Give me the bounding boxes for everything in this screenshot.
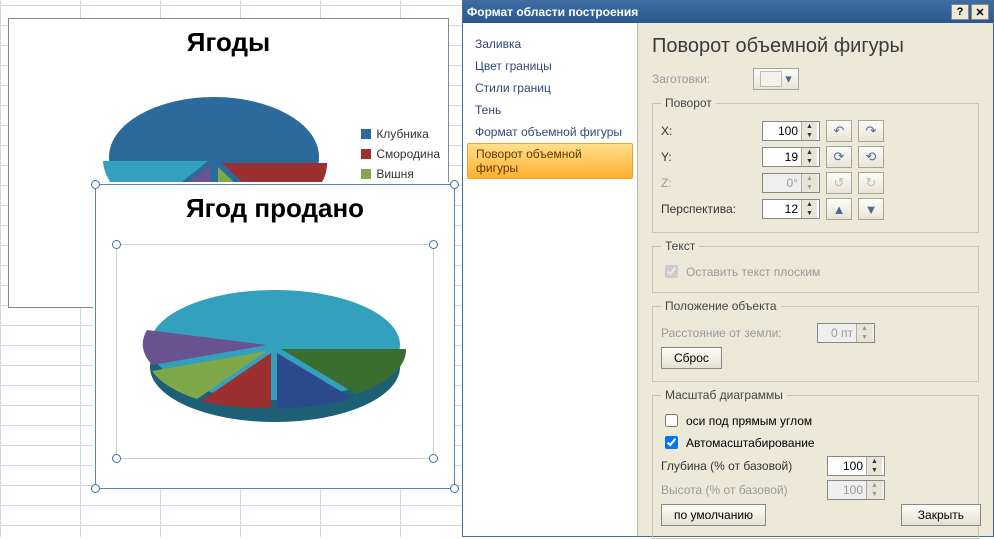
spin-up: ▲: [801, 174, 817, 183]
dialog-titlebar[interactable]: Формат области построения ? ✕: [463, 1, 993, 23]
text-group: Текст Оставить текст плоским: [652, 239, 979, 293]
perspective-narrow-button[interactable]: ▲: [826, 198, 852, 220]
height-input: ▲▼: [827, 480, 885, 500]
legend-item: Вишня: [361, 167, 440, 181]
chart-title: Ягоды: [9, 19, 448, 62]
rotate-z-ccw-button: ↺: [826, 172, 852, 194]
autoscale-checkbox[interactable]: Автомасштабирование: [661, 433, 970, 452]
resize-handle-se[interactable]: [450, 484, 459, 493]
distance-input: ▲▼: [817, 323, 875, 343]
spin-up: ▲: [866, 481, 882, 490]
spin-up[interactable]: ▲: [801, 122, 817, 131]
chart-legend: Клубника Смородина Вишня: [361, 127, 440, 187]
legend-swatch: [361, 169, 371, 179]
dialog-title: Формат области построения: [467, 5, 638, 19]
x-label: X:: [661, 124, 756, 138]
pie-berries-sold: [125, 245, 425, 445]
legend-label: Вишня: [376, 167, 413, 181]
right-angle-axes-checkbox[interactable]: оси под прямым углом: [661, 411, 970, 430]
nav-fill[interactable]: Заливка: [463, 33, 637, 55]
spin-down: ▼: [801, 183, 817, 192]
y-label: Y:: [661, 150, 756, 164]
spin-down: ▼: [866, 490, 882, 499]
resize-handle-nw[interactable]: [91, 180, 100, 189]
spin-down[interactable]: ▼: [801, 157, 817, 166]
perspective-label: Перспектива:: [661, 202, 756, 216]
perspective-widen-button[interactable]: ▼: [858, 198, 884, 220]
spin-down: ▼: [856, 333, 872, 342]
legend-swatch: [361, 149, 371, 159]
y-rotation-input[interactable]: ▲▼: [762, 147, 820, 167]
rotate-z-cw-button: ↻: [858, 172, 884, 194]
resize-handle-sw[interactable]: [91, 484, 100, 493]
z-label: Z:: [661, 176, 756, 190]
spreadsheet-grid: Ягоды Клубника Смородина Вишня Ягод прод…: [0, 0, 462, 537]
legend-label: Смородина: [376, 147, 440, 161]
spin-up[interactable]: ▲: [801, 200, 817, 209]
nav-3d-rotation[interactable]: Поворот объемной фигуры: [467, 143, 633, 179]
spin-down[interactable]: ▼: [866, 466, 882, 475]
dialog-close-button[interactable]: Закрыть: [901, 504, 981, 526]
rotate-y-down-button[interactable]: ⟲: [858, 146, 884, 168]
nav-border-style[interactable]: Стили границ: [463, 77, 637, 99]
legend-label: Клубника: [376, 127, 429, 141]
legend-swatch: [361, 129, 371, 139]
rotation-group: Поворот X: ▲▼ ↶ ↷ Y: ▲▼ ⟳ ⟲ Z: ▲▼ ↺: [652, 96, 979, 233]
height-label: Высота (% от базовой): [661, 483, 821, 497]
resize-handle-sw[interactable]: [112, 454, 121, 463]
spin-down[interactable]: ▼: [801, 131, 817, 140]
x-rotation-input[interactable]: ▲▼: [762, 121, 820, 141]
rotate-x-left-button[interactable]: ↶: [826, 120, 852, 142]
nav-shadow[interactable]: Тень: [463, 99, 637, 121]
nav-3d-format[interactable]: Формат объемной фигуры: [463, 121, 637, 143]
resize-handle-nw[interactable]: [112, 240, 121, 249]
resize-handle-ne[interactable]: [450, 180, 459, 189]
plot-area[interactable]: [116, 244, 434, 459]
legend-item: Клубника: [361, 127, 440, 141]
group-label: Положение объекта: [661, 299, 781, 313]
resize-handle-ne[interactable]: [429, 240, 438, 249]
chart-title: Ягод продано: [96, 185, 454, 228]
rotate-x-right-button[interactable]: ↷: [858, 120, 884, 142]
keep-text-flat-checkbox: Оставить текст плоским: [661, 262, 970, 281]
group-label: Поворот: [661, 96, 716, 110]
spin-up[interactable]: ▲: [801, 148, 817, 157]
presets-label: Заготовки:: [652, 72, 747, 86]
position-group: Положение объекта Расстояние от земли: ▲…: [652, 299, 979, 382]
reset-button[interactable]: Сброс: [661, 347, 722, 369]
z-rotation-input: ▲▼: [762, 173, 820, 193]
rotate-y-up-button[interactable]: ⟳: [826, 146, 852, 168]
spin-up: ▲: [856, 324, 872, 333]
perspective-input[interactable]: ▲▼: [762, 199, 820, 219]
preset-preview-icon: [760, 71, 782, 87]
resize-handle-se[interactable]: [429, 454, 438, 463]
group-label: Масштаб диаграммы: [661, 388, 787, 402]
depth-input[interactable]: ▲▼: [827, 456, 885, 476]
help-button[interactable]: ?: [951, 4, 969, 20]
chart-berries-sold[interactable]: Ягод продано: [95, 184, 455, 489]
legend-item: Смородина: [361, 147, 440, 161]
panel-heading: Поворот объемной фигуры: [652, 35, 979, 58]
spin-down[interactable]: ▼: [801, 209, 817, 218]
nav-border-color[interactable]: Цвет границы: [463, 55, 637, 77]
dialog-panel: Поворот объемной фигуры Заготовки: ▾ Пов…: [638, 23, 993, 536]
distance-label: Расстояние от земли:: [661, 326, 811, 340]
presets-dropdown[interactable]: ▾: [753, 68, 799, 90]
default-button[interactable]: по умолчанию: [661, 504, 766, 526]
group-label: Текст: [661, 239, 699, 253]
dialog-nav: Заливка Цвет границы Стили границ Тень Ф…: [463, 23, 638, 536]
close-button[interactable]: ✕: [971, 4, 989, 20]
depth-label: Глубина (% от базовой): [661, 459, 821, 473]
format-plot-area-dialog: Формат области построения ? ✕ Заливка Цв…: [462, 0, 994, 537]
spin-up[interactable]: ▲: [866, 457, 882, 466]
